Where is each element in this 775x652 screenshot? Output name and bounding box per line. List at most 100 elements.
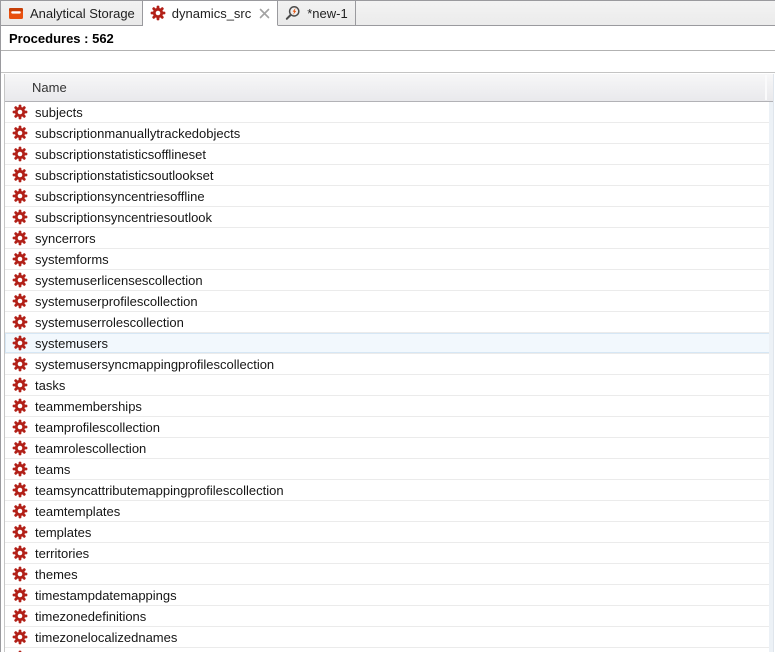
procedure-name: subscriptionstatisticsoutlookset	[35, 168, 213, 183]
gear-icon	[12, 524, 28, 540]
gear-icon	[12, 482, 28, 498]
gear-icon	[12, 629, 28, 645]
table-row[interactable]: systemusersyncmappingprofilescollection	[5, 354, 773, 375]
table-row[interactable]: territories	[5, 543, 773, 564]
table-row[interactable]: subscriptionstatisticsofflineset	[5, 144, 773, 165]
tab-label: *new-1	[307, 6, 347, 21]
procedure-name: territories	[35, 546, 89, 561]
table-row[interactable]: systemforms	[5, 249, 773, 270]
procedures-count-label: Procedures : 562	[9, 31, 114, 46]
gear-icon	[12, 314, 28, 330]
table-row[interactable]: timezonedefinitions	[5, 606, 773, 627]
procedure-name: teamtemplates	[35, 504, 120, 519]
procedure-name: subscriptionsyncentriesoffline	[35, 189, 205, 204]
table-row[interactable]: templates	[5, 522, 773, 543]
procedure-name: teams	[35, 462, 70, 477]
procedure-name: subscriptionmanuallytrackedobjects	[35, 126, 240, 141]
editor-tab-bar: Analytical Storage dynamics_src *new-1	[1, 0, 775, 26]
procedures-table: Name subjects subscriptionmanuallytracke…	[4, 74, 774, 652]
table-row[interactable]	[5, 648, 773, 652]
procedure-rows: subjects subscriptionmanuallytrackedobje…	[5, 102, 773, 652]
gear-icon	[12, 104, 28, 120]
tab-new-1[interactable]: *new-1	[278, 1, 355, 25]
table-row[interactable]: timestampdatemappings	[5, 585, 773, 606]
gear-icon	[12, 293, 28, 309]
gear-icon	[12, 545, 28, 561]
table-row[interactable]: teams	[5, 459, 773, 480]
procedure-name: systemusersyncmappingprofilescollection	[35, 357, 274, 372]
tab-label: dynamics_src	[172, 6, 251, 21]
table-row[interactable]: subscriptionsyncentriesoffline	[5, 186, 773, 207]
table-row[interactable]: subscriptionsyncentriesoutlook	[5, 207, 773, 228]
tab-label: Analytical Storage	[30, 6, 135, 21]
procedure-name: subscriptionsyncentriesoutlook	[35, 210, 212, 225]
procedure-name: systemuserlicensescollection	[35, 273, 203, 288]
table-row[interactable]: systemuserrolescollection	[5, 312, 773, 333]
table-row[interactable]: systemusers	[5, 333, 773, 354]
table-row[interactable]: subscriptionstatisticsoutlookset	[5, 165, 773, 186]
gear-icon	[12, 566, 28, 582]
table-row[interactable]: subjects	[5, 102, 773, 123]
table-row[interactable]: teamrolescollection	[5, 438, 773, 459]
table-row[interactable]: tasks	[5, 375, 773, 396]
procedure-name: systemusers	[35, 336, 108, 351]
gear-icon	[12, 209, 28, 225]
gear-icon	[12, 251, 28, 267]
gear-icon	[12, 335, 28, 351]
storage-icon	[8, 5, 24, 21]
table-row[interactable]: systemuserlicensescollection	[5, 270, 773, 291]
gear-icon	[12, 419, 28, 435]
table-row[interactable]: themes	[5, 564, 773, 585]
tab-dynamics-src[interactable]: dynamics_src	[143, 1, 278, 26]
table-row[interactable]: timezonelocalizednames	[5, 627, 773, 648]
gear-icon	[150, 5, 166, 21]
procedure-name: timezonedefinitions	[35, 609, 146, 624]
table-row[interactable]: syncerrors	[5, 228, 773, 249]
table-row[interactable]: systemuserprofilescollection	[5, 291, 773, 312]
procedure-name: themes	[35, 567, 78, 582]
vertical-scrollbar[interactable]	[769, 102, 773, 652]
filter-strip[interactable]	[1, 51, 775, 73]
table-row[interactable]: teamsyncattributemappingprofilescollecti…	[5, 480, 773, 501]
procedure-name: syncerrors	[35, 231, 96, 246]
gear-icon	[12, 188, 28, 204]
table-row[interactable]: teamprofilescollection	[5, 417, 773, 438]
gear-icon	[12, 440, 28, 456]
procedure-name: tasks	[35, 378, 65, 393]
procedure-name: subjects	[35, 105, 83, 120]
table-row[interactable]: teamtemplates	[5, 501, 773, 522]
gear-icon	[12, 587, 28, 603]
sql-editor-icon	[285, 5, 301, 21]
gear-icon	[12, 398, 28, 414]
gear-icon	[12, 356, 28, 372]
procedure-name: teamrolescollection	[35, 441, 146, 456]
gear-icon	[12, 125, 28, 141]
gear-icon	[12, 167, 28, 183]
gear-icon	[12, 146, 28, 162]
table-row[interactable]: teammemberships	[5, 396, 773, 417]
procedure-name: systemforms	[35, 252, 109, 267]
gear-icon	[12, 608, 28, 624]
procedure-name: templates	[35, 525, 91, 540]
tab-analytical-storage[interactable]: Analytical Storage	[1, 1, 143, 25]
procedure-name: timestampdatemappings	[35, 588, 177, 603]
close-icon[interactable]	[259, 8, 270, 19]
procedure-name: teammemberships	[35, 399, 142, 414]
procedure-name: systemuserprofilescollection	[35, 294, 198, 309]
procedure-name: timezonelocalizednames	[35, 630, 177, 645]
column-header-label: Name	[32, 80, 67, 95]
gear-icon	[12, 230, 28, 246]
column-separator	[765, 75, 767, 100]
gear-icon	[12, 461, 28, 477]
gear-icon	[12, 272, 28, 288]
procedures-summary-bar: Procedures : 562	[1, 26, 775, 51]
column-header-name[interactable]: Name	[5, 74, 773, 102]
procedure-name: subscriptionstatisticsofflineset	[35, 147, 206, 162]
database-tool-window: Analytical Storage dynamics_src *new-1	[0, 0, 775, 652]
gear-icon	[12, 377, 28, 393]
table-row[interactable]: subscriptionmanuallytrackedobjects	[5, 123, 773, 144]
procedure-name: teamsyncattributemappingprofilescollecti…	[35, 483, 284, 498]
procedure-name: systemuserrolescollection	[35, 315, 184, 330]
gear-icon	[12, 503, 28, 519]
procedure-name: teamprofilescollection	[35, 420, 160, 435]
